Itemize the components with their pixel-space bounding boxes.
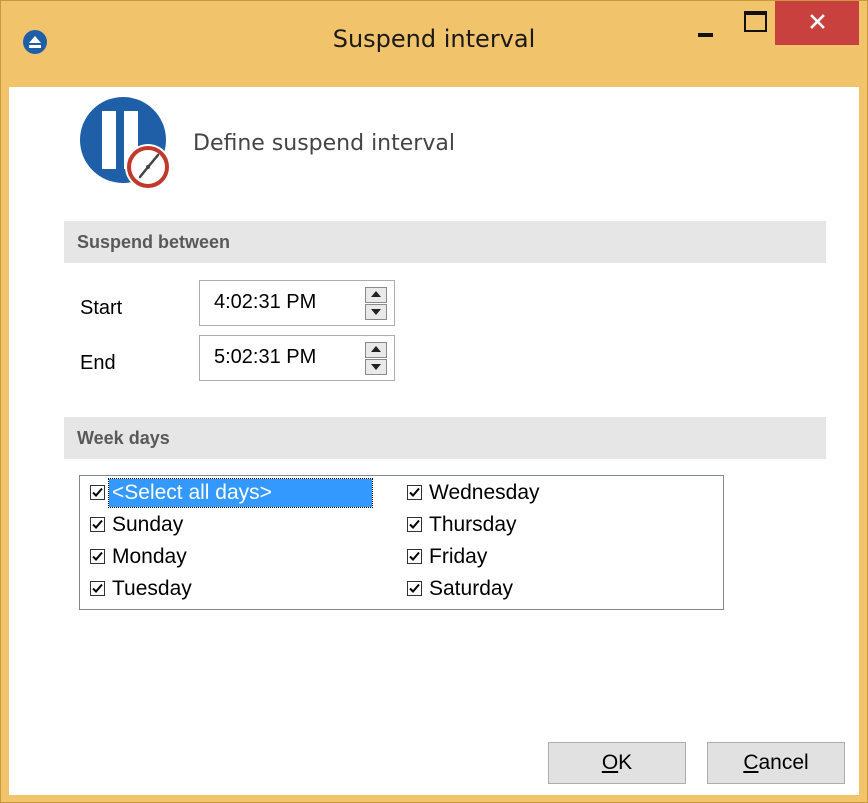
cancel-label: ancel: [758, 751, 809, 774]
close-icon: [810, 14, 825, 29]
decrement-icon[interactable]: [365, 359, 387, 375]
list-item-label: Thursday: [429, 513, 517, 536]
start-time-stepper[interactable]: [365, 287, 387, 320]
checkbox[interactable]: [90, 517, 105, 532]
title-bar[interactable]: Suspend interval: [1, 1, 867, 87]
checkmark-icon: [92, 487, 103, 497]
pause-clock-icon: [80, 97, 171, 190]
ok-button[interactable]: OK: [548, 742, 686, 784]
checkmark-icon: [409, 487, 420, 497]
suspend-between-header: Suspend between: [64, 221, 826, 263]
cancel-button[interactable]: Cancel: [707, 742, 845, 784]
list-item-label: Friday: [429, 545, 488, 568]
list-item-label: Tuesday: [112, 577, 192, 600]
ok-accelerator: O: [601, 751, 619, 774]
end-time-input[interactable]: 5:02:31 PM: [199, 335, 395, 381]
list-item-label: Wednesday: [429, 481, 540, 504]
week-days-header: Week days: [64, 417, 826, 459]
checkbox[interactable]: [90, 581, 105, 596]
dialog-window: Suspend interval Define suspend interval…: [0, 0, 868, 803]
dialog-subtitle: Define suspend interval: [193, 131, 455, 156]
end-time-stepper[interactable]: [365, 342, 387, 375]
checkbox[interactable]: [90, 485, 105, 500]
checkbox[interactable]: [90, 549, 105, 564]
list-item-label: <Select all days>: [108, 478, 373, 508]
checkbox[interactable]: [407, 485, 422, 500]
checkbox[interactable]: [407, 581, 422, 596]
checkmark-icon: [92, 519, 103, 529]
checkmark-icon: [92, 583, 103, 593]
checkmark-icon: [92, 551, 103, 561]
end-label: End: [80, 352, 116, 374]
close-button[interactable]: [775, 1, 859, 45]
checkmark-icon: [409, 551, 420, 561]
decrement-icon[interactable]: [365, 304, 387, 320]
checkbox[interactable]: [407, 517, 422, 532]
start-time-input[interactable]: 4:02:31 PM: [199, 280, 395, 326]
checkbox[interactable]: [407, 549, 422, 564]
week-days-checklist[interactable]: <Select all days> Sunday Monday Tuesday …: [79, 475, 724, 610]
cancel-accelerator: C: [743, 751, 759, 774]
list-item-label: Monday: [112, 545, 187, 568]
start-label: Start: [80, 297, 123, 319]
checkmark-icon: [409, 583, 420, 593]
minimize-icon[interactable]: [683, 1, 729, 45]
list-item-label: Saturday: [429, 577, 514, 600]
maximize-icon[interactable]: [732, 1, 778, 45]
checkmark-icon: [409, 519, 420, 529]
dialog-body: Define suspend interval Suspend between …: [9, 87, 859, 795]
increment-icon[interactable]: [365, 342, 387, 358]
start-time-value[interactable]: 4:02:31 PM: [214, 291, 316, 314]
list-item-label: Sunday: [112, 513, 184, 536]
end-time-value[interactable]: 5:02:31 PM: [214, 346, 316, 369]
increment-icon[interactable]: [365, 287, 387, 303]
ok-label: K: [618, 751, 633, 774]
